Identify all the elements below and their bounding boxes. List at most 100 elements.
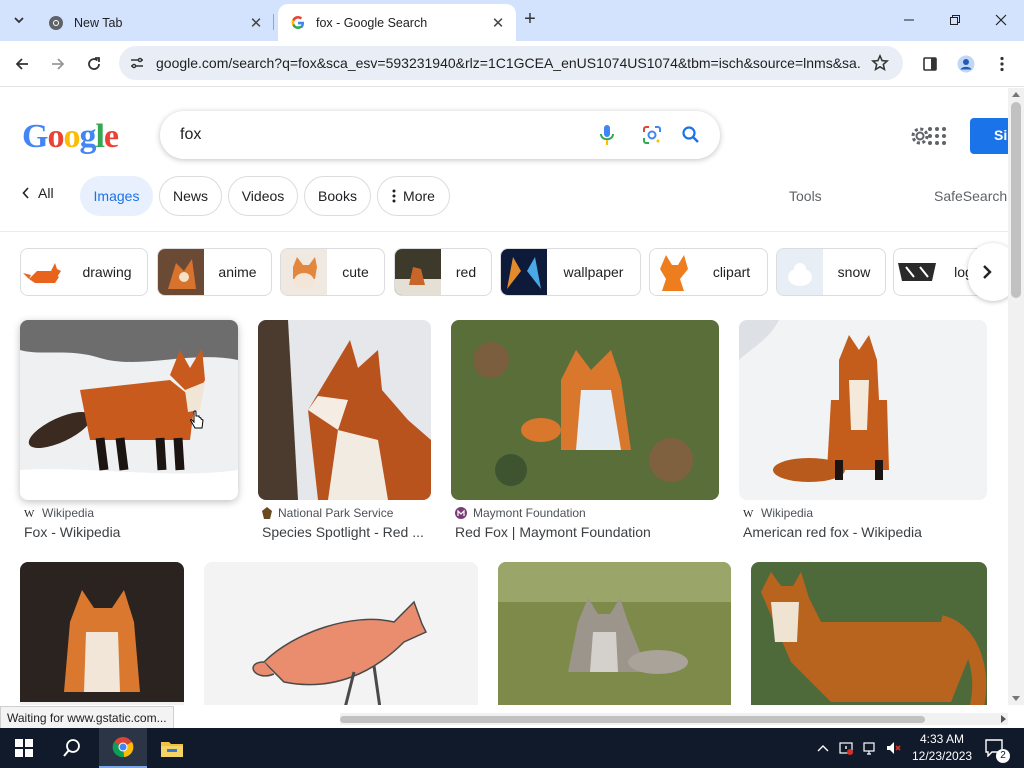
tab-title: New Tab bbox=[74, 15, 123, 30]
chevron-up-icon bbox=[817, 745, 829, 752]
page-vertical-scrollbar[interactable] bbox=[1008, 88, 1024, 705]
url-text: google.com/search?q=fox&sca_esv=59323194… bbox=[156, 55, 861, 71]
google-lens-icon bbox=[643, 126, 661, 144]
reload-button[interactable] bbox=[82, 52, 106, 76]
network-tray-icon[interactable] bbox=[862, 740, 878, 756]
start-button[interactable] bbox=[0, 728, 48, 768]
profile-button[interactable] bbox=[954, 52, 978, 76]
taskbar-file-explorer[interactable] bbox=[148, 728, 196, 768]
volume-tray-icon[interactable] bbox=[885, 740, 901, 756]
scroll-right-arrow[interactable] bbox=[1001, 715, 1006, 723]
result-image[interactable] bbox=[258, 320, 431, 500]
tab-new-tab[interactable]: New Tab ✕ bbox=[36, 4, 274, 41]
result-image[interactable] bbox=[498, 562, 731, 705]
close-tab-icon[interactable]: ✕ bbox=[248, 15, 264, 32]
fox-photo bbox=[20, 320, 238, 500]
chip-anime[interactable]: anime bbox=[157, 248, 272, 296]
tab-images[interactable]: Images bbox=[80, 176, 153, 216]
result-image[interactable] bbox=[451, 320, 719, 500]
tab-all[interactable]: All bbox=[22, 185, 54, 201]
back-button[interactable] bbox=[10, 52, 34, 76]
result-caption[interactable]: American red fox - Wikipedia bbox=[743, 524, 987, 540]
wikipedia-icon: W bbox=[743, 508, 754, 519]
taskbar-chrome[interactable] bbox=[99, 728, 147, 768]
search-input[interactable] bbox=[180, 123, 580, 147]
search-icon bbox=[63, 739, 80, 757]
chip-clipart[interactable]: clipart bbox=[649, 248, 768, 296]
chip-wallpaper[interactable]: wallpaper bbox=[500, 248, 641, 296]
chip-snow[interactable]: snow bbox=[776, 248, 886, 296]
chip-thumbnail bbox=[777, 249, 823, 295]
scroll-thumb[interactable] bbox=[1011, 102, 1021, 298]
chrome-icon bbox=[49, 15, 63, 30]
source-name: Wikipedia bbox=[42, 506, 95, 520]
show-hidden-icons[interactable] bbox=[815, 740, 831, 756]
chip-cute[interactable]: cute bbox=[280, 248, 385, 296]
windows-logo-icon bbox=[15, 739, 33, 757]
tab-news[interactable]: News bbox=[159, 176, 222, 216]
forward-button[interactable] bbox=[46, 52, 70, 76]
scroll-down-arrow[interactable] bbox=[1012, 696, 1020, 701]
chip-thumbnail bbox=[395, 249, 441, 295]
sign-in-button[interactable]: Si bbox=[970, 118, 1008, 154]
search-submit-button[interactable] bbox=[679, 123, 703, 147]
google-doodle-logo[interactable]: Google bbox=[22, 118, 119, 156]
result-source[interactable]: National Park Service bbox=[262, 506, 393, 520]
chip-thumbnail bbox=[281, 249, 327, 295]
chrome-icon bbox=[112, 737, 134, 758]
tab-more[interactable]: More bbox=[377, 176, 450, 216]
new-tab-button[interactable]: + bbox=[520, 9, 540, 30]
tools-button[interactable]: Tools bbox=[789, 188, 822, 204]
result-image[interactable] bbox=[20, 562, 184, 705]
tab-google-search[interactable]: fox - Google Search ✕ bbox=[278, 4, 516, 41]
close-window-button[interactable] bbox=[989, 8, 1013, 32]
result-image[interactable] bbox=[751, 562, 987, 705]
menu-button[interactable] bbox=[990, 52, 1014, 76]
result-source[interactable]: W Wikipedia bbox=[24, 506, 94, 520]
network-icon bbox=[863, 742, 875, 755]
result-caption[interactable]: Fox - Wikipedia bbox=[24, 524, 238, 540]
site-info-icon[interactable] bbox=[129, 55, 145, 71]
folder-icon bbox=[161, 742, 183, 757]
tab-videos[interactable]: Videos bbox=[228, 176, 298, 216]
result-source[interactable]: W Wikipedia bbox=[743, 506, 813, 520]
chevron-right-icon bbox=[983, 265, 992, 279]
volume-muted-icon bbox=[887, 742, 901, 754]
result-image[interactable] bbox=[739, 320, 987, 500]
close-tab-icon[interactable]: ✕ bbox=[490, 15, 506, 32]
result-image[interactable] bbox=[204, 562, 478, 705]
side-panel-button[interactable] bbox=[918, 52, 942, 76]
result-image[interactable] bbox=[20, 320, 238, 500]
system-clock[interactable]: 4:33 AM 12/23/2023 bbox=[912, 731, 972, 765]
apps-grid-icon[interactable] bbox=[928, 127, 946, 145]
clock-date: 12/23/2023 bbox=[912, 749, 973, 763]
browser-toolbar: google.com/search?q=fox&sca_esv=59323194… bbox=[0, 41, 1024, 87]
tab-all-label: All bbox=[38, 185, 54, 201]
voice-search-button[interactable] bbox=[595, 123, 619, 147]
page-horizontal-scrollbar[interactable] bbox=[340, 713, 1008, 725]
result-caption[interactable]: Species Spotlight - Red ... bbox=[262, 524, 432, 540]
result-caption[interactable]: Red Fox | Maymont Foundation bbox=[455, 524, 719, 540]
result-source[interactable]: Maymont Foundation bbox=[455, 506, 586, 520]
lens-search-button[interactable] bbox=[640, 123, 664, 147]
tab-search-button[interactable] bbox=[7, 8, 31, 32]
taskbar-search-button[interactable] bbox=[48, 728, 96, 768]
search-box bbox=[160, 111, 720, 159]
chip-label: clipart bbox=[712, 264, 751, 280]
fox-photo bbox=[739, 320, 987, 500]
restore-button[interactable] bbox=[943, 8, 967, 32]
scroll-up-arrow[interactable] bbox=[1012, 92, 1020, 97]
chips-next-button[interactable] bbox=[968, 243, 1008, 301]
chip-label: cute bbox=[342, 264, 369, 280]
scroll-thumb[interactable] bbox=[340, 716, 925, 723]
tab-books[interactable]: Books bbox=[304, 176, 371, 216]
address-bar[interactable]: google.com/search?q=fox&sca_esv=59323194… bbox=[119, 46, 903, 80]
bookmark-star-icon[interactable] bbox=[871, 54, 889, 72]
chip-red[interactable]: red bbox=[394, 248, 492, 296]
notification-count-badge: 2 bbox=[996, 749, 1010, 763]
security-tray-icon[interactable] bbox=[838, 740, 854, 756]
chip-drawing[interactable]: drawing bbox=[20, 248, 148, 296]
safesearch-button[interactable]: SafeSearch bbox=[934, 188, 1007, 204]
hand-cursor-icon bbox=[190, 410, 204, 429]
minimize-button[interactable] bbox=[897, 8, 921, 32]
